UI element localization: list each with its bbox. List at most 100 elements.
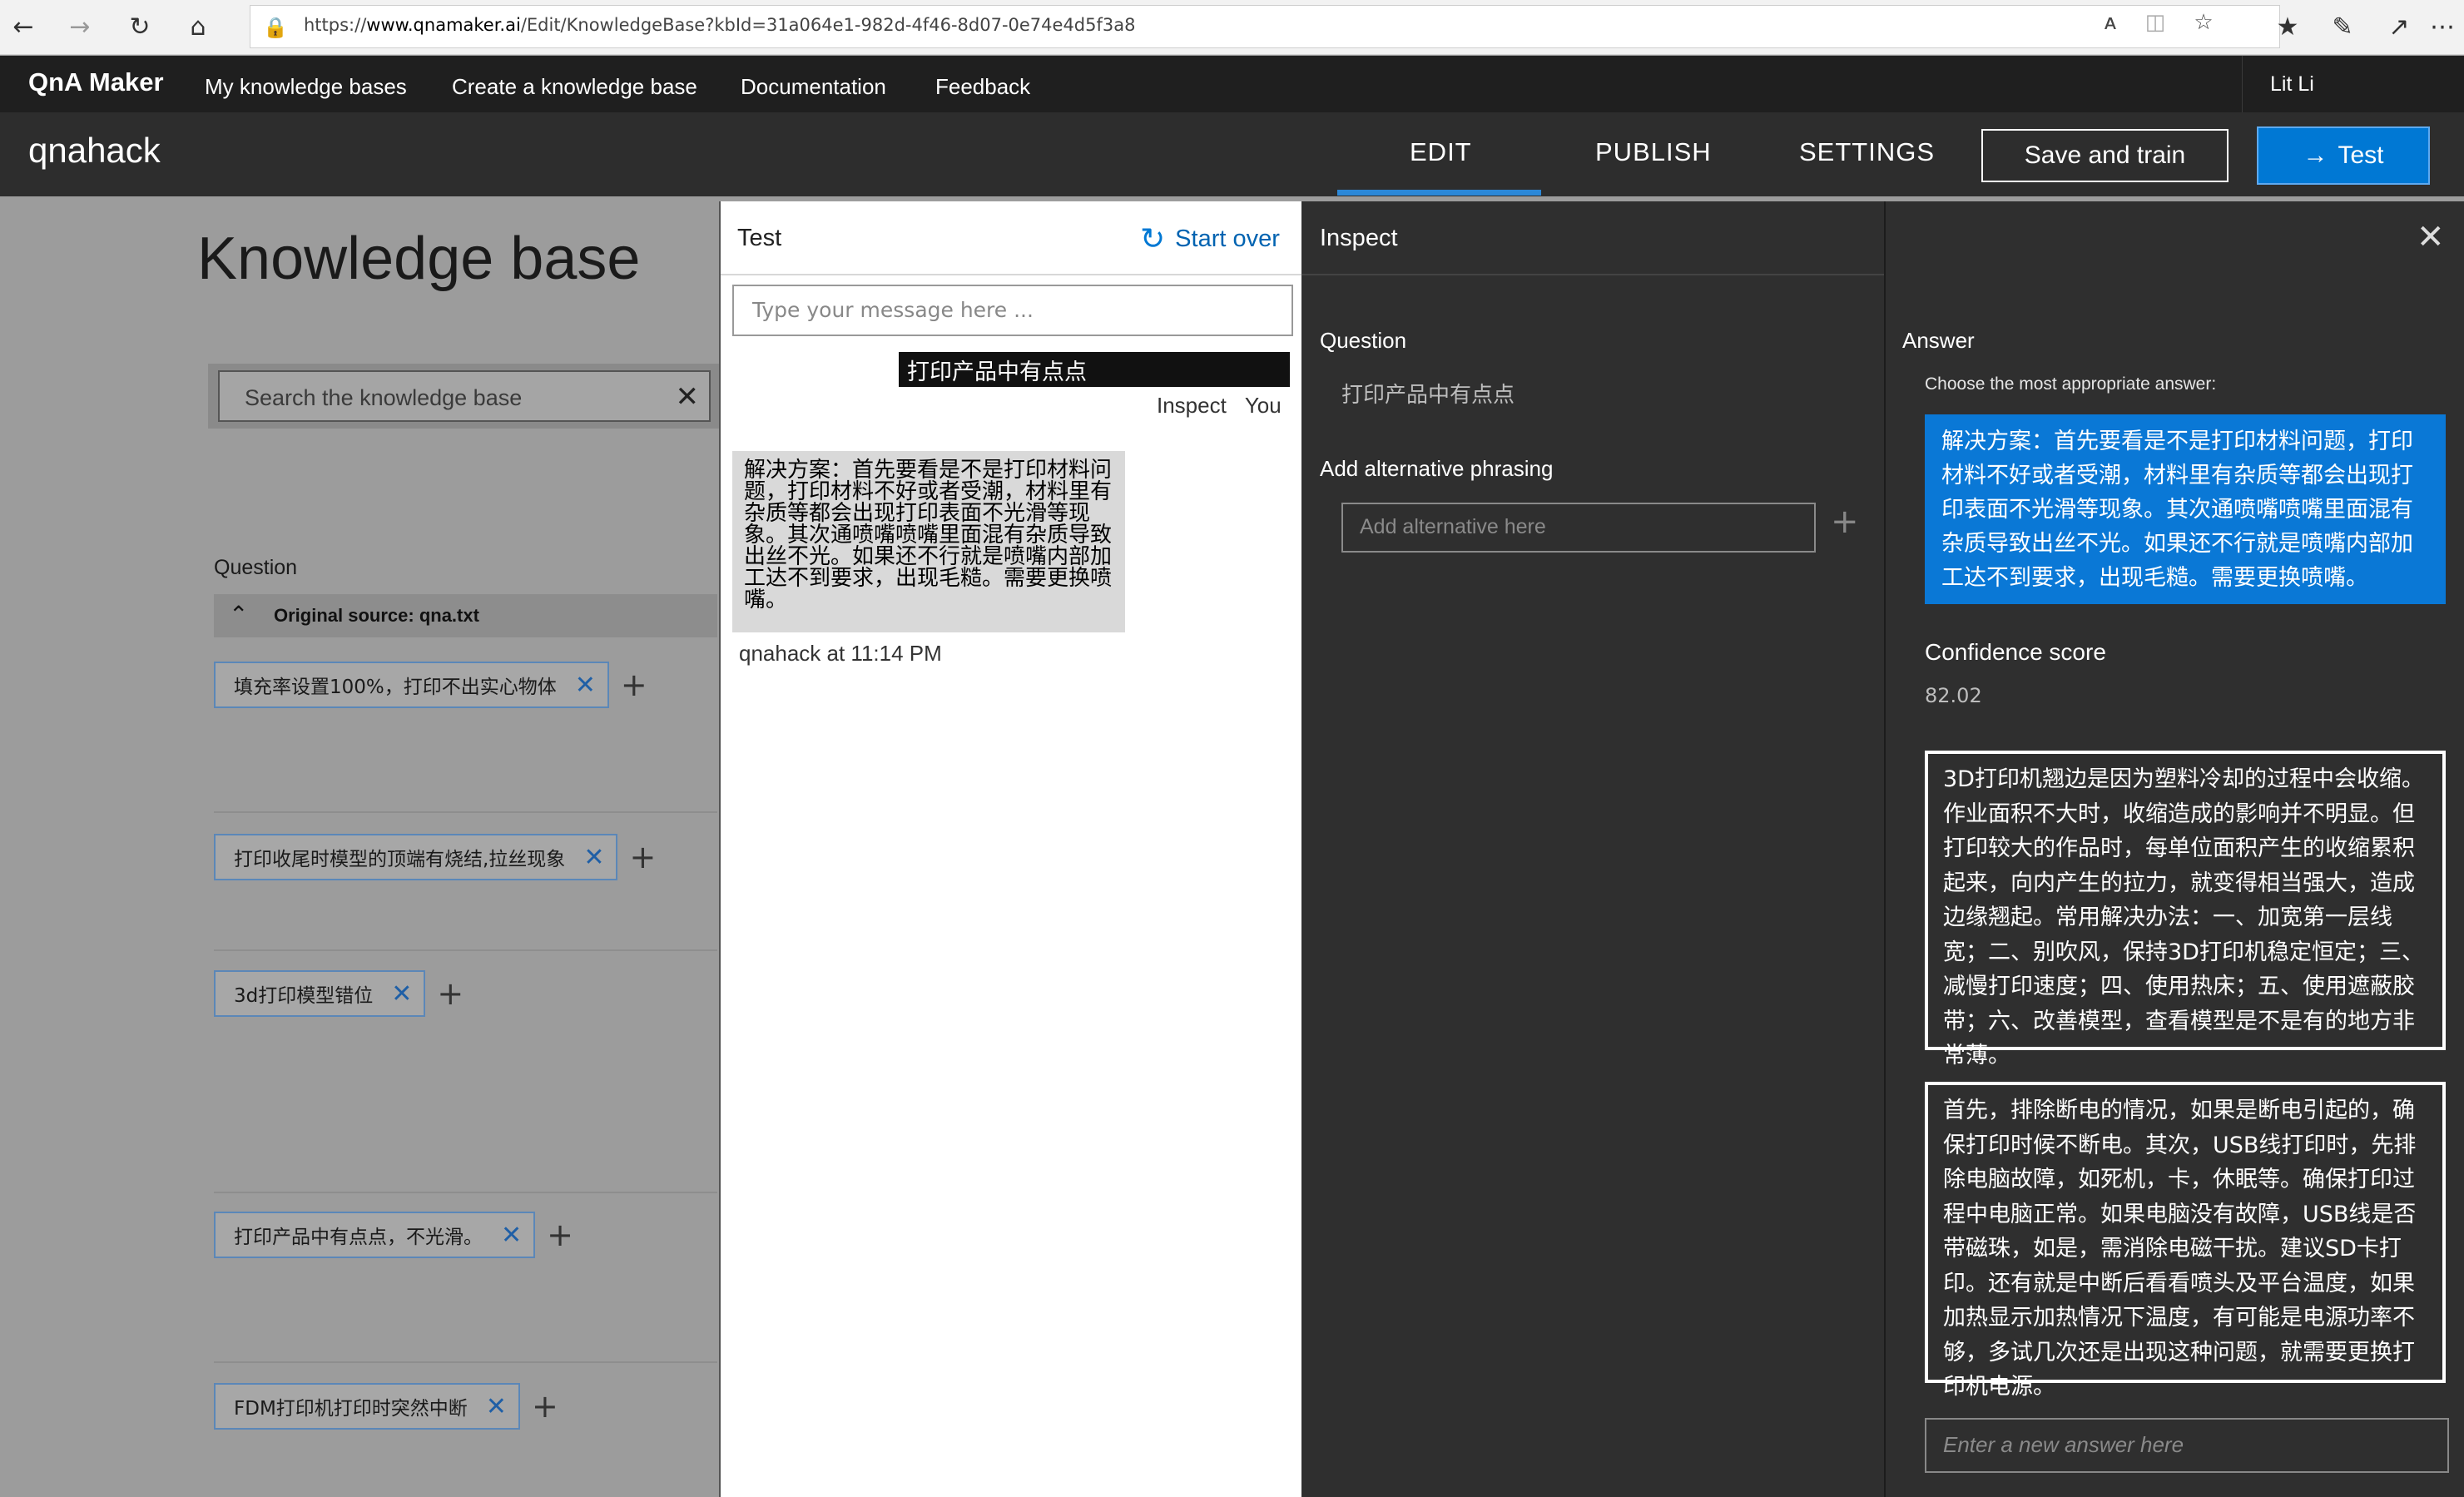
refresh-icon[interactable]: ↻: [118, 7, 161, 47]
question-chip: 填充率设置100%，打印不出实心物体 ✕: [214, 662, 609, 708]
tab-publish[interactable]: PUBLISH: [1595, 137, 1712, 167]
inspect-link[interactable]: Inspect: [1157, 393, 1227, 418]
add-question-icon[interactable]: +: [437, 975, 464, 1012]
question-text: 打印产品中有点点，不光滑。: [234, 1227, 483, 1248]
answer-label: Answer: [1902, 328, 1975, 353]
source-label: Original source: qna.txt: [274, 605, 479, 626]
test-button[interactable]: → Test: [2257, 126, 2430, 185]
tab-edit[interactable]: EDIT: [1410, 137, 1472, 167]
row-divider: [214, 1192, 717, 1193]
remove-question-icon[interactable]: ✕: [391, 979, 412, 1009]
address-bar[interactable]: 🔒 https://www.qnamaker.ai/Edit/Knowledge…: [250, 5, 2280, 48]
row-divider: [214, 1361, 717, 1363]
remove-question-icon[interactable]: ✕: [486, 1392, 507, 1421]
arrow-right-icon: →: [2303, 141, 2328, 169]
question-chip: 打印产品中有点点，不光滑。 ✕: [214, 1212, 536, 1258]
close-icon[interactable]: ✕: [2417, 218, 2445, 256]
question-row: 打印收尾时模型的顶端有烧结,拉丝现象 ✕ +: [214, 834, 656, 880]
confidence-value: 82.02: [1925, 684, 1982, 707]
kb-search-input[interactable]: Search the knowledge base ✕: [218, 370, 711, 422]
page-title: Knowledge base: [197, 226, 641, 292]
question-row: 3d打印模型错位 ✕ +: [214, 970, 464, 1017]
bot-message-bubble: 解决方案：首先要看是不是打印材料问题，打印材料不好或者受潮，材料里有杂质等都会出…: [732, 451, 1125, 632]
message-input-placeholder: Type your message here ...: [752, 298, 1034, 322]
answer-candidate[interactable]: 首先，排除断电的情况，如果是断电引起的，确保打印时候不断电。其次，USB线打印时…: [1925, 1082, 2446, 1400]
alternative-phrasing-input[interactable]: Add alternative here: [1341, 503, 1816, 553]
user-name[interactable]: Lit Li: [2270, 72, 2314, 97]
save-and-train-button[interactable]: Save and train: [1981, 129, 2229, 182]
user-message-meta: Inspect You: [1157, 393, 1300, 419]
add-alternative-icon[interactable]: +: [1831, 503, 1859, 541]
inspect-panel: Inspect ✕ Question 打印产品中有点点 Add alternat…: [1301, 201, 2464, 1497]
question-text: FDM打印机打印时突然中断: [234, 1398, 468, 1420]
kb-search-placeholder: Search the knowledge base: [245, 385, 523, 410]
start-over-label: Start over: [1175, 225, 1280, 252]
source-group-header[interactable]: ⌃ Original source: qna.txt: [214, 594, 717, 637]
favorites-hub-icon[interactable]: ★: [2265, 7, 2310, 47]
question-chip: FDM打印机打印时突然中断 ✕: [214, 1383, 520, 1430]
panel-divider: [1301, 274, 1884, 275]
inspect-panel-title: Inspect: [1320, 225, 1398, 251]
question-chip: 打印收尾时模型的顶端有烧结,拉丝现象 ✕: [214, 834, 618, 880]
reading-view-icon[interactable]: ◫: [2139, 8, 2172, 37]
nav-my-knowledge-bases[interactable]: My knowledge bases: [205, 74, 407, 100]
home-icon[interactable]: ⌂: [176, 7, 220, 47]
add-question-icon[interactable]: +: [532, 1388, 558, 1425]
alternative-phrasing-placeholder: Add alternative here: [1360, 515, 1546, 538]
answer-candidate[interactable]: 3D打印机翘边是因为塑料冷却的过程中会收缩。作业面积不大时，收缩造成的影响并不明…: [1925, 751, 2446, 1068]
row-divider: [214, 949, 717, 951]
remove-question-icon[interactable]: ✕: [501, 1221, 522, 1250]
row-divider: [214, 811, 717, 813]
chevron-up-icon[interactable]: ⌃: [229, 601, 248, 628]
message-input[interactable]: Type your message here ...: [732, 285, 1293, 336]
browser-toolbar: ← → ↻ ⌂ 🔒 https://www.qnamaker.ai/Edit/K…: [0, 0, 2464, 55]
answer-hint: Choose the most appropriate answer:: [1925, 374, 2217, 394]
selected-answer[interactable]: 解决方案：首先要看是不是打印材料问题，打印材料不好或者受潮，材料里有杂质等都会出…: [1925, 414, 2446, 604]
back-arrow-icon[interactable]: ←: [2, 7, 45, 47]
question-text: 填充率设置100%，打印不出实心物体: [234, 677, 557, 698]
nav-feedback[interactable]: Feedback: [935, 74, 1030, 100]
clear-search-icon[interactable]: ✕: [676, 380, 700, 414]
remove-question-icon[interactable]: ✕: [575, 671, 596, 700]
more-icon[interactable]: ⋯: [2423, 7, 2462, 47]
bot-message-meta: qnahack at 11:14 PM: [739, 641, 942, 666]
alt-phrasing-label: Add alternative phrasing: [1320, 456, 1554, 481]
active-tab-indicator: [1337, 190, 1541, 196]
new-answer-placeholder: Enter a new answer here: [1943, 1432, 2184, 1457]
remove-question-icon[interactable]: ✕: [583, 843, 604, 872]
user-message-bubble: 打印产品中有点点: [899, 352, 1290, 387]
read-aloud-icon[interactable]: ᴀ: [2094, 8, 2127, 37]
test-panel-title: Test: [737, 225, 782, 251]
favorite-star-icon[interactable]: ☆: [2187, 8, 2220, 37]
start-over-button[interactable]: ↻ Start over: [1140, 221, 1280, 256]
nav-create-knowledge-base[interactable]: Create a knowledge base: [452, 74, 697, 100]
question-text: 打印收尾时模型的顶端有烧结,拉丝现象: [234, 849, 566, 870]
nav-divider: [2242, 56, 2243, 112]
sender-you-label: You: [1244, 393, 1282, 418]
question-chip: 3d打印模型错位 ✕: [214, 970, 426, 1017]
question-row: 填充率设置100%，打印不出实心物体 ✕ +: [214, 662, 647, 708]
question-row: 打印产品中有点点，不光滑。 ✕ +: [214, 1212, 573, 1258]
question-row: FDM打印机打印时突然中断 ✕ +: [214, 1383, 558, 1430]
test-panel: Test ↻ Start over Type your message here…: [719, 201, 1303, 1497]
add-question-icon[interactable]: +: [621, 667, 647, 703]
confidence-label: Confidence score: [1925, 639, 2106, 665]
forward-arrow-icon[interactable]: →: [58, 7, 102, 47]
app-top-nav: QnA Maker My knowledge bases Create a kn…: [0, 56, 2464, 112]
question-text: 3d打印模型错位: [234, 985, 374, 1007]
pen-notes-icon[interactable]: ✎: [2320, 7, 2365, 47]
share-icon[interactable]: ↗: [2377, 7, 2422, 47]
refresh-circle-icon: ↻: [1140, 221, 1166, 255]
question-value: 打印产品中有点点: [1341, 383, 1515, 408]
brand-logo[interactable]: QnA Maker: [28, 67, 164, 97]
nav-documentation[interactable]: Documentation: [741, 74, 886, 100]
kb-name: qnahack: [28, 131, 161, 170]
test-button-label: Test: [2338, 141, 2384, 169]
panel-divider: [721, 274, 1303, 275]
add-question-icon[interactable]: +: [629, 839, 656, 875]
add-question-icon[interactable]: +: [547, 1217, 573, 1253]
tab-settings[interactable]: SETTINGS: [1799, 137, 1935, 167]
question-column-header: Question: [214, 556, 298, 579]
new-answer-input[interactable]: Enter a new answer here: [1925, 1418, 2449, 1473]
url-text: https://www.qnamaker.ai/Edit/KnowledgeBa…: [304, 15, 1136, 35]
